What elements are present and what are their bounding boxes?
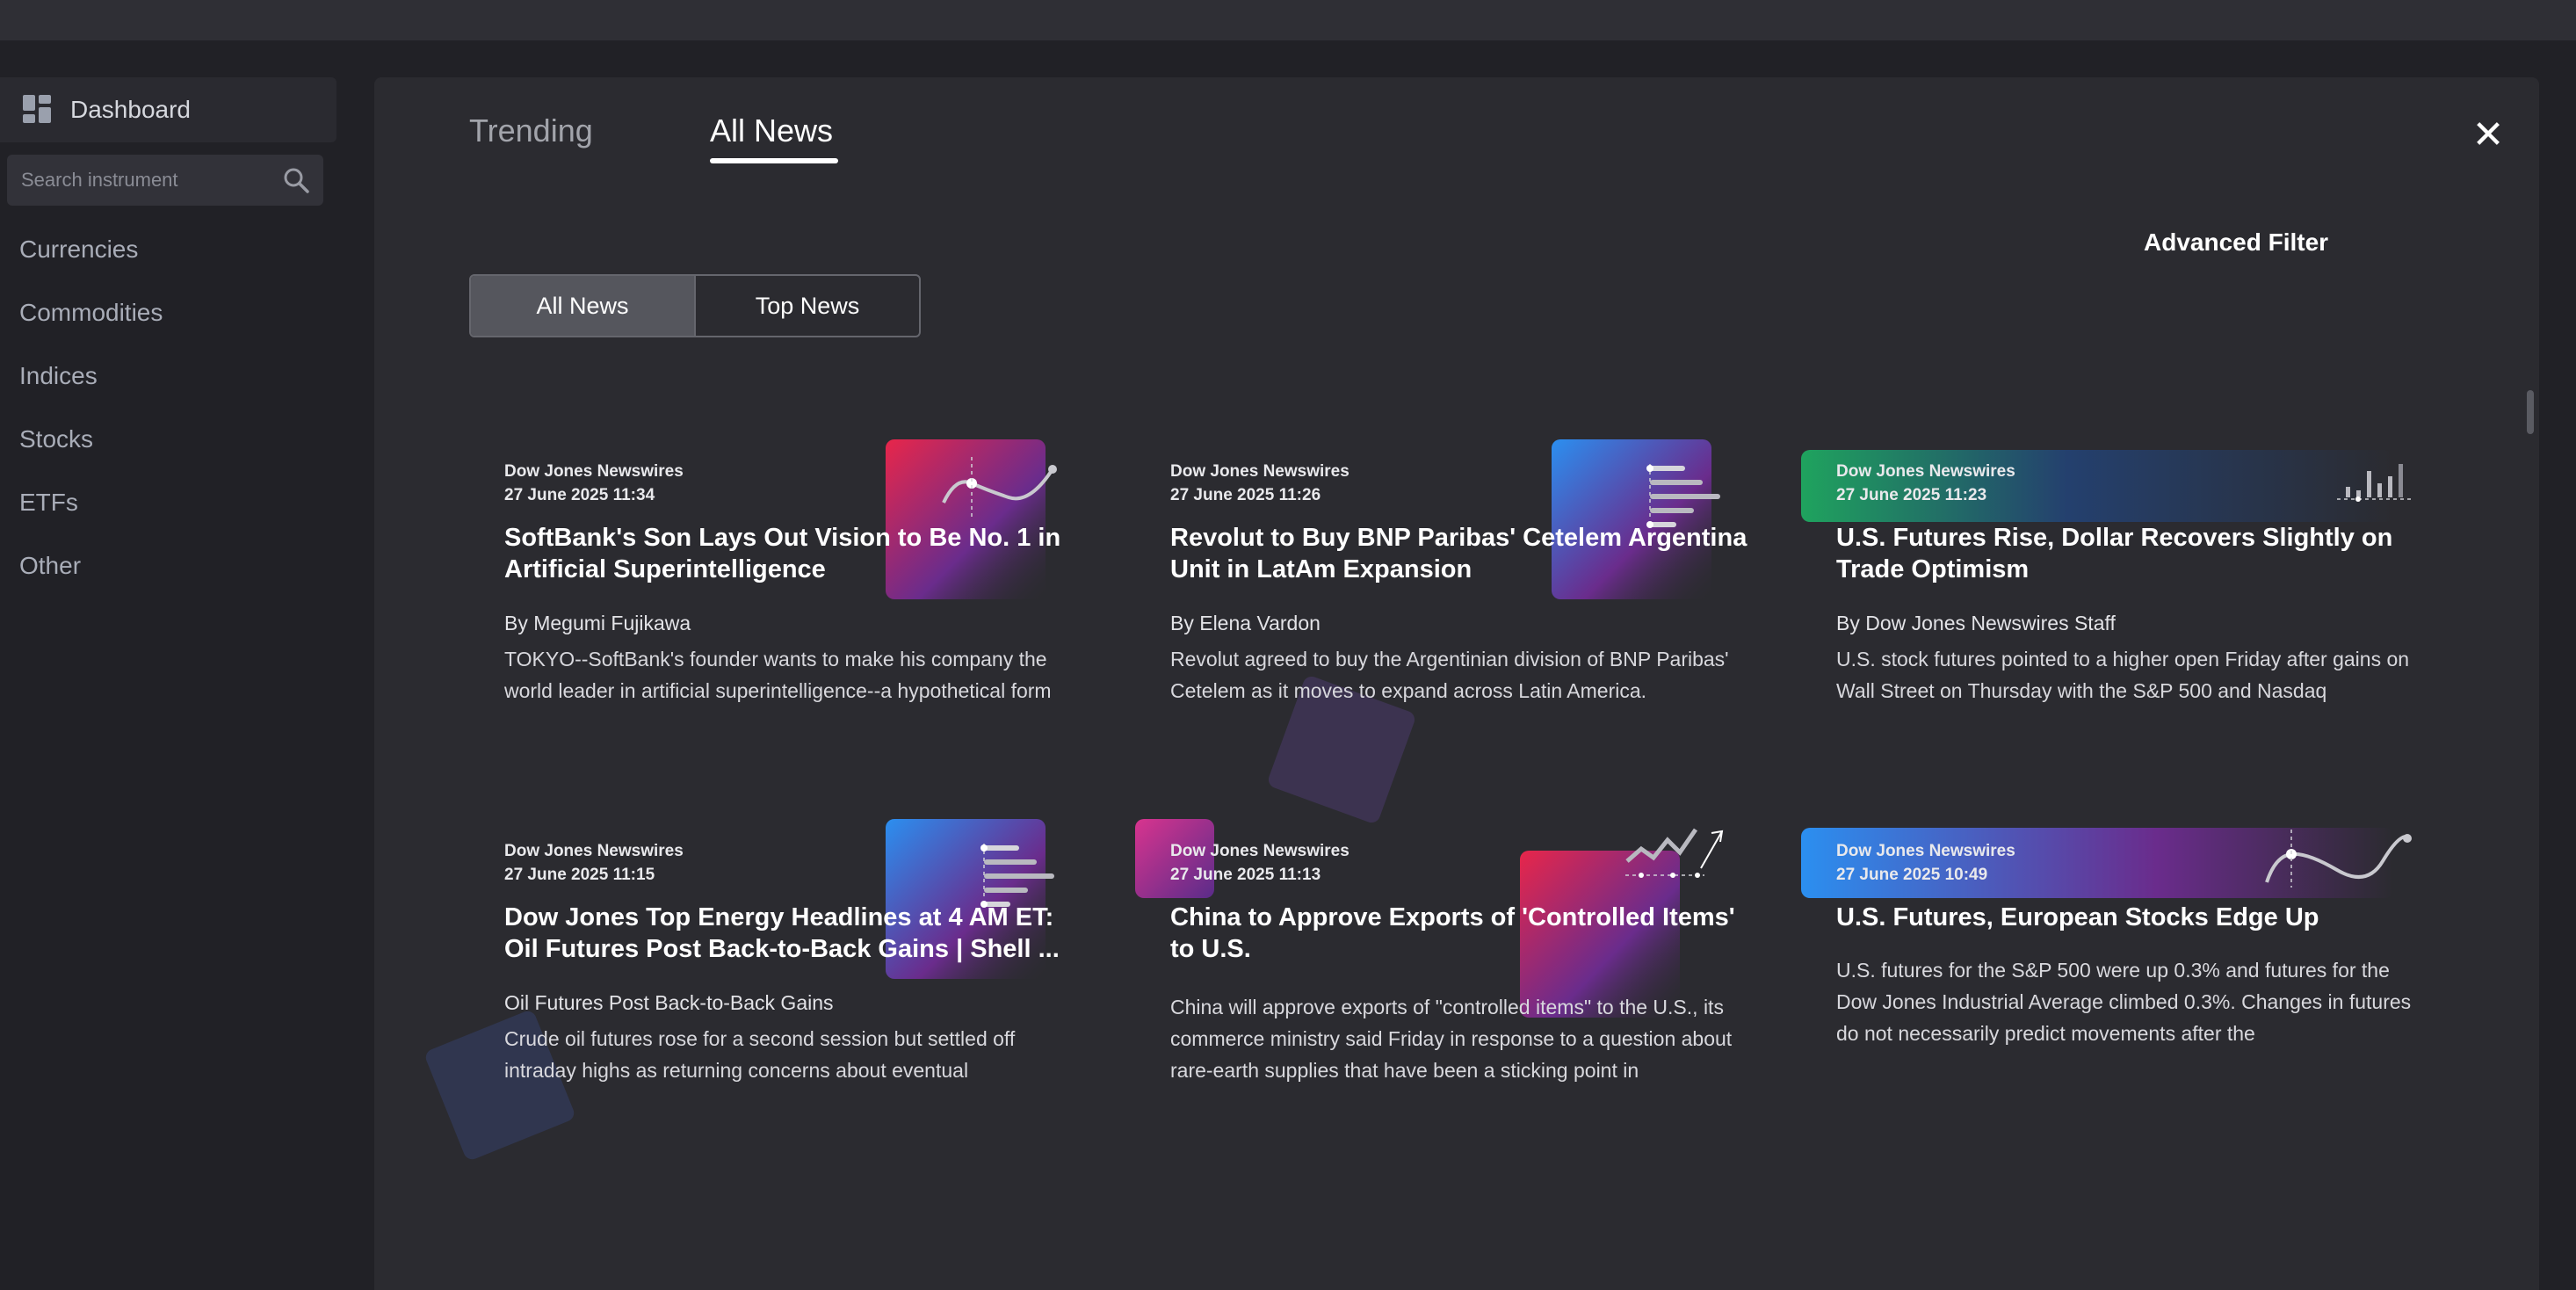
search-icon[interactable] bbox=[283, 167, 309, 193]
dashboard-icon bbox=[23, 95, 53, 125]
news-title[interactable]: U.S. Futures, European Stocks Edge Up bbox=[1836, 902, 2416, 933]
news-panel: Trending All News ✕ Advanced Filter All … bbox=[374, 77, 2539, 1290]
news-byline: By Megumi Fujikawa bbox=[504, 612, 691, 634]
chart-icon bbox=[2265, 830, 2412, 888]
news-date: 27 June 2025 11:34 bbox=[504, 486, 655, 504]
news-card[interactable]: Dow Jones Newswires 27 June 2025 11:34 S… bbox=[504, 439, 1084, 793]
sidebar: Dashboard Currencies Commodities Indices… bbox=[0, 40, 369, 1290]
news-date: 27 June 2025 11:26 bbox=[1170, 486, 1321, 504]
news-source: Dow Jones Newswires bbox=[1170, 842, 1350, 860]
news-source: Dow Jones Newswires bbox=[504, 842, 684, 860]
news-card[interactable]: Dow Jones Newswires 27 June 2025 11:23 U… bbox=[1801, 441, 2416, 793]
news-title[interactable]: China to Approve Exports of 'Controlled … bbox=[1170, 902, 1750, 965]
tab-all-news[interactable]: All News bbox=[710, 112, 833, 149]
news-card[interactable]: Dow Jones Newswires 27 June 2025 11:13 C… bbox=[1135, 819, 1750, 1172]
news-byline: Oil Futures Post Back-to-Back Gains bbox=[504, 991, 834, 1014]
sidebar-item-indices[interactable]: Indices bbox=[19, 362, 98, 390]
sidebar-item-stocks[interactable]: Stocks bbox=[19, 425, 93, 453]
advanced-filter-button[interactable]: Advanced Filter bbox=[2144, 228, 2328, 257]
news-date: 27 June 2025 11:15 bbox=[504, 866, 655, 884]
close-icon[interactable]: ✕ bbox=[2469, 116, 2507, 155]
news-byline: By Dow Jones Newswires Staff bbox=[1836, 612, 2116, 634]
news-card[interactable]: Dow Jones Newswires 27 June 2025 11:26 R… bbox=[1170, 439, 1750, 793]
news-source: Dow Jones Newswires bbox=[1836, 842, 2015, 860]
news-summary: China will approve exports of "controlle… bbox=[1170, 996, 1733, 1082]
top-bar bbox=[0, 0, 2576, 40]
news-summary: U.S. stock futures pointed to a higher o… bbox=[1836, 648, 2410, 702]
news-source: Dow Jones Newswires bbox=[1170, 462, 1350, 481]
news-summary: Crude oil futures rose for a second sess… bbox=[504, 1027, 1016, 1082]
news-summary: Revolut agreed to buy the Argentinian di… bbox=[1170, 648, 1729, 702]
news-summary: U.S. futures for the S&P 500 were up 0.3… bbox=[1836, 959, 2412, 1045]
news-date: 27 June 2025 11:23 bbox=[1836, 486, 1987, 504]
search-input[interactable] bbox=[21, 169, 283, 192]
news-source: Dow Jones Newswires bbox=[1836, 462, 2015, 481]
news-source: Dow Jones Newswires bbox=[504, 462, 684, 481]
news-title[interactable]: Dow Jones Top Energy Headlines at 4 AM E… bbox=[504, 902, 1084, 965]
chart-icon bbox=[2337, 464, 2414, 502]
news-card[interactable]: Dow Jones Newswires 27 June 2025 11:15 D… bbox=[504, 819, 1084, 1172]
sidebar-item-commodities[interactable]: Commodities bbox=[19, 299, 163, 327]
news-title[interactable]: SoftBank's Son Lays Out Vision to Be No.… bbox=[504, 522, 1084, 585]
news-date: 27 June 2025 11:13 bbox=[1170, 866, 1321, 884]
news-title[interactable]: U.S. Futures Rise, Dollar Recovers Sligh… bbox=[1836, 522, 2416, 585]
sidebar-item-etfs[interactable]: ETFs bbox=[19, 489, 78, 517]
sidebar-item-currencies[interactable]: Currencies bbox=[19, 236, 138, 264]
news-summary: TOKYO--SoftBank's founder wants to make … bbox=[504, 648, 1052, 702]
news-byline: By Elena Vardon bbox=[1170, 612, 1321, 634]
news-date: 27 June 2025 10:49 bbox=[1836, 866, 1988, 884]
tab-active-indicator bbox=[710, 158, 838, 163]
news-title[interactable]: Revolut to Buy BNP Paribas' Cetelem Arge… bbox=[1170, 522, 1750, 585]
sidebar-dashboard[interactable]: Dashboard bbox=[0, 77, 336, 142]
toggle-top-news[interactable]: Top News bbox=[696, 276, 919, 336]
news-card[interactable]: Dow Jones Newswires 27 June 2025 10:49 U… bbox=[1801, 821, 2416, 1172]
scrollbar-thumb[interactable] bbox=[2527, 390, 2534, 434]
dashboard-label: Dashboard bbox=[70, 96, 191, 123]
toggle-all-news[interactable]: All News bbox=[471, 276, 696, 336]
search-box bbox=[7, 155, 323, 206]
tab-trending[interactable]: Trending bbox=[469, 112, 593, 149]
news-filter-toggle: All News Top News bbox=[469, 274, 921, 337]
sidebar-item-other[interactable]: Other bbox=[19, 552, 81, 580]
